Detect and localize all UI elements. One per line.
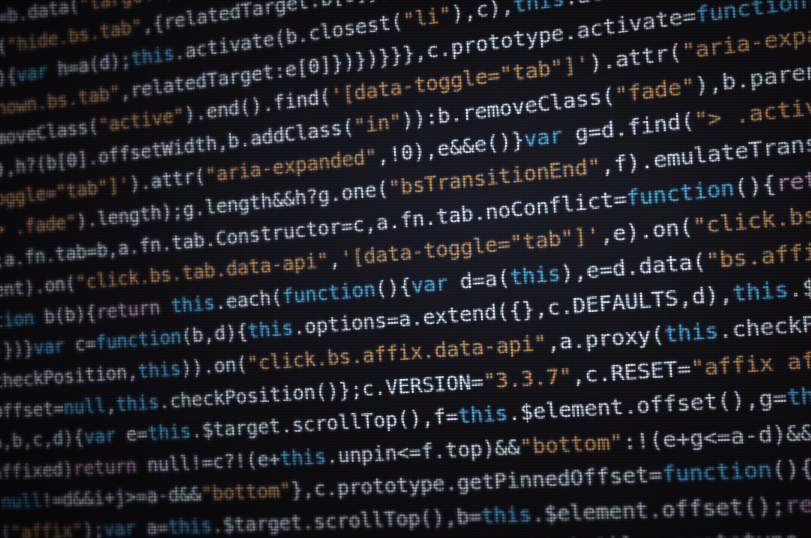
code-token: a= [134,514,169,538]
code-token: (){ [374,272,413,301]
code-token: null [0,488,43,514]
code-token: .affixed) [0,456,75,485]
code-token: .each( [213,284,284,314]
code-token: :!(e+g<=a-d)&& [621,418,811,455]
code-token: return [72,453,138,480]
code-token: this [731,275,790,308]
code-token: d=a( [446,264,511,295]
code-token: function [94,324,183,355]
code-token: .pinnedOffset= [0,395,65,428]
code-token: this [167,513,213,538]
code-token: var [410,269,449,298]
code-photo-stage: .fn.scrollspy=d,this},a(window).on("load… [0,0,811,538]
code-token: return [95,294,161,324]
code-token: (a,b,c,d){ [0,425,85,454]
code-token: "affix" [10,517,84,538]
code-token: ); [163,0,187,3]
code-token: .$element.offset(); [530,491,787,527]
code-token: ,e).on( [598,213,694,248]
code-token: this [246,315,295,344]
code-token: ,c.RESET= [570,354,692,388]
code-token: e= [114,421,149,447]
code-token: )).on( [179,351,249,380]
code-token: null [62,392,107,419]
code-token: "bottom" [518,428,624,460]
code-token: return [774,160,811,197]
code-token: var [102,515,137,538]
code-token: function [625,173,736,211]
code-token: function [281,275,377,309]
code-token: this [512,0,566,18]
code-token: "li" [401,1,453,33]
code-token: this [663,316,720,348]
code-token: "in" [352,107,403,139]
code-token: !=d&&i+j>=a-d&& [41,481,202,512]
code-token: (){ [732,169,777,201]
code-token: function [661,456,773,488]
code-token: ),c), [450,0,515,27]
code-token: var [32,333,66,360]
code-token: this [456,400,509,429]
code-token: this [115,389,160,416]
code-token: ); [81,517,105,538]
code-token: this [146,418,192,446]
code-token: this [785,380,811,411]
code-token: b(b){ [33,300,97,329]
code-token: this [480,500,533,529]
code-token: (){ [770,454,811,484]
code-token: "bottom" [200,477,292,506]
code-token: var [523,122,564,153]
code-token: null!=c?!(e+ [135,445,281,477]
code-token: var [83,423,117,449]
code-token: (b,d){ [180,319,249,349]
code-token: "fade" [613,71,696,108]
code-token: this [169,289,216,318]
code-token: "> .fade" [0,209,78,242]
code-token: this [136,356,182,383]
code-token: this [508,259,562,290]
code-token: c= [63,331,97,358]
code-token: this [517,534,570,538]
code-token: function [0,305,35,336]
code-token: ,a.proxy( [545,320,666,356]
code-token: ).attr( [128,163,207,196]
code-token: ret [783,489,811,519]
code-token: var [15,58,49,87]
code-token: .$target.scrollTop(),b= [210,502,483,538]
source-code-block: .fn.scrollspy=d,this},a(window).on("load… [0,0,811,538]
code-token: (b,d,e){ [805,0,811,13]
code-token: this [279,443,327,471]
code-token: .unpin<=f.top)&& [325,433,521,469]
code-token: this [130,40,176,71]
monitor-screen-surface: .fn.scrollspy=d,this},a(window).on("load… [0,0,811,538]
code-token: "3.3.7" [482,361,573,394]
